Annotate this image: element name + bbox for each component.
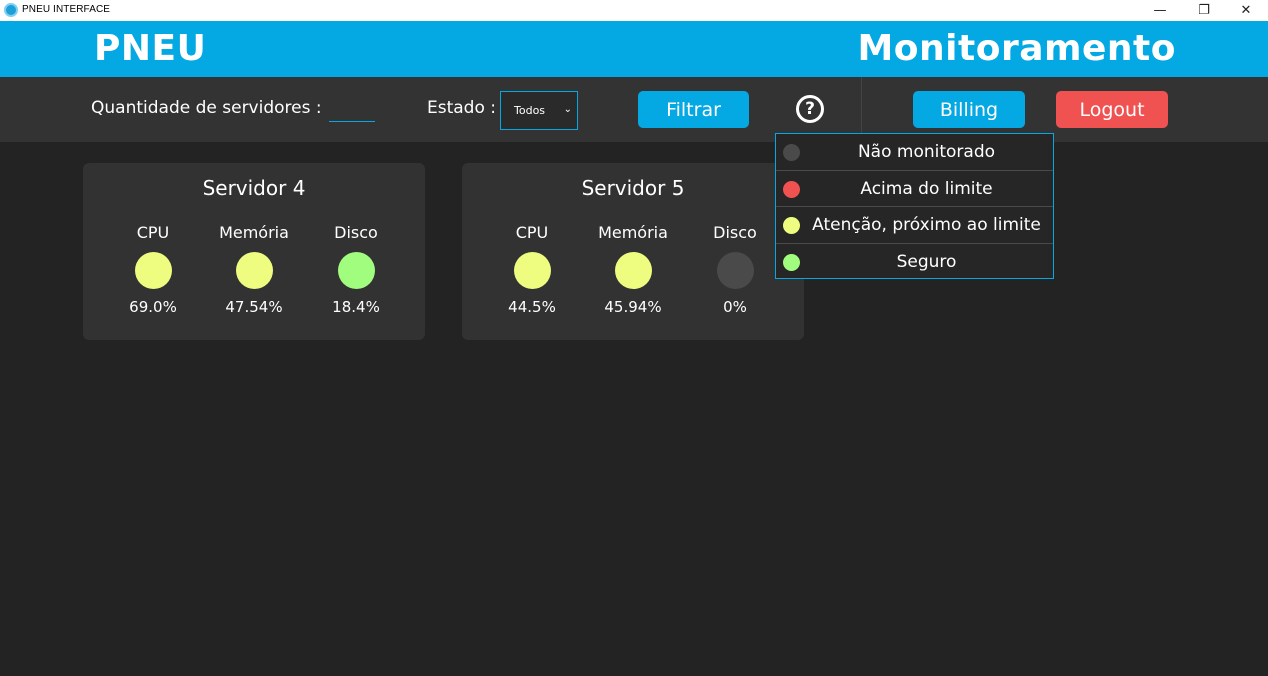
status-dot	[513, 252, 551, 289]
status-dot	[134, 252, 172, 289]
metric-label: CPU	[136, 223, 170, 242]
app-header: PNEU Monitoramento	[0, 21, 1268, 77]
chevron-down-icon: ⌄	[563, 104, 572, 115]
legend-label: Seguro	[896, 251, 957, 272]
metric-label: Disco	[334, 223, 378, 242]
metric-label: Memória	[219, 223, 289, 242]
estado-selected-value: Todos	[514, 104, 546, 117]
metric-value: 45.94%	[604, 298, 662, 316]
server-quantity-label: Quantidade de servidores :	[91, 98, 322, 118]
metric-label: Memória	[598, 223, 668, 242]
legend-item: Seguro	[776, 244, 1053, 281]
window-titlebar: PNEU INTERFACE — ❐ ✕	[0, 0, 1268, 21]
filter-toolbar: Quantidade de servidores : Estado : Todo…	[0, 77, 1268, 142]
disk-metric: Disco 0%	[695, 223, 775, 316]
status-dot	[783, 217, 800, 234]
help-icon[interactable]: ?	[796, 95, 824, 123]
app-logo-icon	[4, 3, 18, 17]
legend-label: Acima do limite	[860, 178, 993, 199]
memory-metric: Memória 45.94%	[593, 223, 673, 316]
page-title: Monitoramento	[857, 28, 1176, 69]
status-dot	[783, 144, 800, 161]
server-name: Servidor 5	[581, 176, 685, 200]
minimize-button[interactable]: —	[1140, 0, 1180, 21]
billing-button[interactable]: Billing	[913, 91, 1025, 128]
metric-value: 18.4%	[332, 298, 380, 316]
brand-logo: PNEU	[94, 28, 207, 69]
status-dot	[716, 252, 754, 289]
metric-label: Disco	[713, 223, 757, 242]
server-card: Servidor 5 CPU 44.5% Memória 45.94% Disc…	[462, 163, 804, 340]
server-name: Servidor 4	[202, 176, 306, 200]
logout-button[interactable]: Logout	[1056, 91, 1168, 128]
cpu-metric: CPU 69.0%	[113, 223, 193, 316]
legend-item: Não monitorado	[776, 134, 1053, 171]
legend-item: Atenção, próximo ao limite	[776, 207, 1053, 244]
filtrar-button[interactable]: Filtrar	[638, 91, 749, 128]
maximize-button[interactable]: ❐	[1184, 0, 1224, 21]
cpu-metric: CPU 44.5%	[492, 223, 572, 316]
metric-value: 44.5%	[508, 298, 556, 316]
metric-label: CPU	[515, 223, 549, 242]
status-dot	[235, 252, 273, 289]
estado-label: Estado :	[427, 98, 497, 118]
status-dot	[614, 252, 652, 289]
server-quantity-input[interactable]	[329, 100, 375, 122]
status-dot	[783, 253, 800, 271]
legend-item: Acima do limite	[776, 171, 1053, 207]
legend-label: Não monitorado	[857, 142, 996, 162]
metric-value: 0%	[723, 298, 747, 316]
memory-metric: Memória 47.54%	[214, 223, 294, 316]
status-dot	[337, 252, 375, 289]
estado-select[interactable]: Todos ⌄	[500, 91, 578, 130]
close-button[interactable]: ✕	[1226, 0, 1266, 21]
legend-label: Atenção, próximo ao limite	[812, 215, 1041, 235]
server-card: Servidor 4 CPU 69.0% Memória 47.54% Disc…	[83, 163, 425, 340]
metric-value: 47.54%	[225, 298, 283, 316]
disk-metric: Disco 18.4%	[316, 223, 396, 316]
status-legend-popup: Não monitorado Acima do limite Atenção, …	[775, 133, 1054, 279]
status-dot	[783, 180, 800, 198]
window-title: PNEU INTERFACE	[22, 4, 111, 15]
metric-value: 69.0%	[129, 298, 177, 316]
